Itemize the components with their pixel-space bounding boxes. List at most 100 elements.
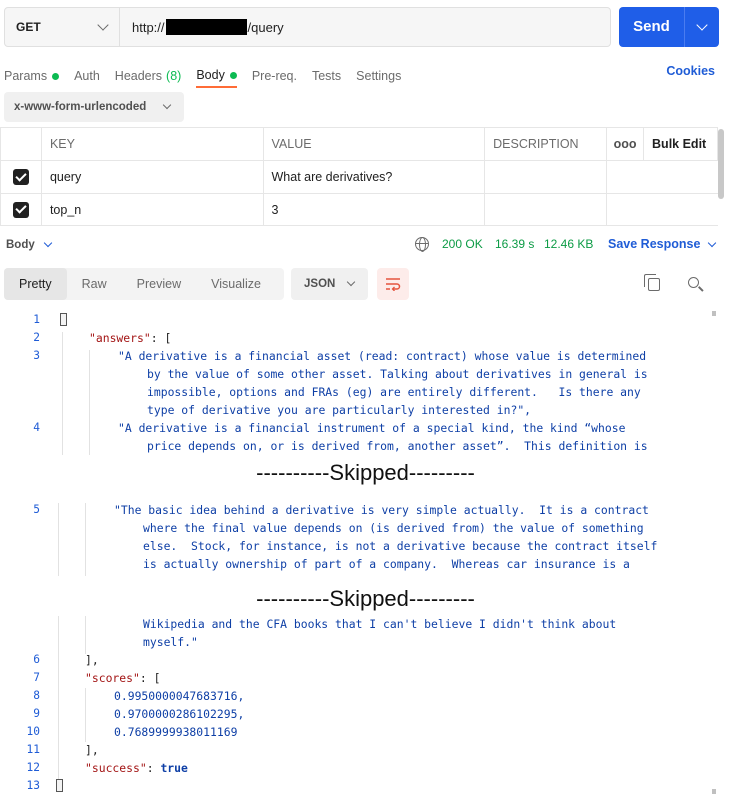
tab-pretty[interactable]: Pretty bbox=[4, 268, 67, 300]
indent-guide bbox=[58, 503, 59, 583]
method-select[interactable]: GET bbox=[5, 8, 120, 46]
status-dot-icon bbox=[52, 72, 60, 80]
chevron-down-icon bbox=[696, 19, 708, 31]
bracket-highlight bbox=[60, 313, 67, 326]
code-line: 0.7689999938011169 bbox=[114, 725, 238, 739]
code-line: "scores": [ bbox=[85, 671, 161, 685]
globe-icon[interactable] bbox=[415, 237, 429, 252]
url-bar: GET http:// /query bbox=[4, 7, 611, 47]
line-number: 9 bbox=[33, 707, 40, 720]
url-input[interactable]: http:// /query bbox=[120, 19, 284, 35]
row-spacer bbox=[606, 193, 718, 226]
indent-guide bbox=[89, 350, 90, 458]
description-cell[interactable] bbox=[484, 160, 608, 194]
code-line: where the final value depends on (is der… bbox=[143, 521, 644, 535]
code-line: else. Stock, for instance, is not a deri… bbox=[143, 539, 658, 553]
row-checkbox-cell bbox=[0, 193, 42, 226]
headers-count: (8) bbox=[166, 69, 182, 83]
url-prefix: http:// bbox=[132, 19, 165, 35]
checkbox-column-header bbox=[0, 127, 42, 161]
skipped-label: ----------Skipped--------- bbox=[256, 460, 475, 485]
more-options-button[interactable]: ooo bbox=[606, 127, 645, 161]
body-type-label: x-www-form-urlencoded bbox=[14, 101, 147, 113]
response-bar: Body 200 OK 16.39 s 12.46 KB Save Respon… bbox=[0, 230, 731, 260]
tab-label: Tests bbox=[311, 69, 342, 83]
chevron-down-icon bbox=[708, 238, 717, 247]
line-number: 11 bbox=[26, 743, 40, 756]
tab-headers[interactable]: Headers (8) bbox=[115, 58, 182, 88]
line-number: 12 bbox=[26, 761, 40, 774]
search-icon[interactable] bbox=[688, 277, 699, 288]
params-table: KEY VALUE DESCRIPTION ooo Bulk Edit quer… bbox=[0, 127, 718, 226]
json-key: "answers" bbox=[89, 331, 151, 345]
request-tabs: Params Auth Headers (8) Body Pre-req. Tes… bbox=[4, 58, 720, 88]
tab-prereq[interactable]: Pre-req. bbox=[252, 58, 297, 88]
params-scrollbar[interactable] bbox=[718, 129, 724, 199]
line-number: 10 bbox=[26, 725, 40, 738]
code-line: type of derivative you are particularly … bbox=[147, 403, 532, 417]
method-label: GET bbox=[16, 20, 41, 34]
code-line: "answers": [ bbox=[89, 331, 172, 345]
checkbox-checked[interactable] bbox=[12, 201, 29, 218]
tab-params[interactable]: Params bbox=[4, 58, 60, 88]
code-line bbox=[56, 779, 63, 793]
tab-raw[interactable]: Raw bbox=[67, 268, 122, 300]
tab-settings[interactable]: Settings bbox=[356, 58, 401, 88]
code-line: Wikipedia and the CFA books that I can't… bbox=[143, 617, 617, 631]
tab-preview[interactable]: Preview bbox=[122, 268, 196, 300]
indent-guide bbox=[62, 332, 63, 458]
response-time[interactable]: 16.39 s bbox=[495, 237, 534, 251]
send-dropdown[interactable] bbox=[685, 19, 719, 31]
response-size[interactable]: 12.46 KB bbox=[544, 237, 593, 251]
send-button[interactable]: Send bbox=[619, 7, 719, 47]
format-select[interactable]: JSON bbox=[291, 268, 368, 300]
status-code[interactable]: 200 OK bbox=[442, 237, 483, 251]
code-scrollbar-up[interactable] bbox=[712, 311, 716, 316]
tab-tests[interactable]: Tests bbox=[312, 58, 341, 88]
bulk-edit-button[interactable]: Bulk Edit bbox=[643, 127, 718, 161]
chevron-down-icon bbox=[43, 238, 52, 248]
code-line: by the value of some other asset. Talkin… bbox=[147, 367, 648, 381]
cookies-link[interactable]: Cookies bbox=[666, 64, 715, 78]
code-line: "A derivative is a financial asset (read… bbox=[118, 349, 647, 363]
value-cell[interactable]: 3 bbox=[262, 193, 486, 226]
save-response-label: Save Response bbox=[608, 237, 701, 251]
code-line: price depends on, or is derived from, an… bbox=[147, 439, 648, 453]
json-value: true bbox=[160, 761, 188, 775]
line-number: 2 bbox=[33, 331, 40, 344]
copy-icon[interactable] bbox=[644, 274, 660, 291]
viewer-tabs: Pretty Raw Preview Visualize bbox=[4, 268, 284, 300]
wrap-lines-button[interactable] bbox=[377, 268, 409, 300]
description-cell[interactable] bbox=[484, 193, 608, 226]
code-line: impossible, options and FRAs (eg) are en… bbox=[147, 385, 641, 399]
key-cell[interactable]: top_n bbox=[40, 193, 264, 226]
chevron-down-icon bbox=[97, 19, 109, 31]
code-scrollbar-down[interactable] bbox=[712, 789, 716, 794]
checkbox-checked[interactable] bbox=[12, 169, 29, 185]
wrap-lines-icon bbox=[386, 278, 401, 291]
tab-body[interactable]: Body bbox=[196, 58, 237, 88]
key-cell[interactable]: query bbox=[40, 160, 264, 194]
response-body-select[interactable]: Body bbox=[6, 238, 52, 251]
tab-label: Headers bbox=[114, 69, 163, 83]
code-line: is actually ownership of part of a compa… bbox=[143, 557, 630, 571]
tab-auth[interactable]: Auth bbox=[74, 58, 100, 88]
chevron-down-icon bbox=[346, 277, 356, 287]
tab-visualize[interactable]: Visualize bbox=[196, 268, 276, 300]
send-label: Send bbox=[619, 7, 685, 47]
table-header-row: KEY VALUE DESCRIPTION ooo Bulk Edit bbox=[0, 127, 718, 161]
table-row: query What are derivatives? bbox=[0, 160, 718, 194]
code-line: 0.9700000286102295, bbox=[114, 707, 245, 721]
indent-guide bbox=[85, 688, 86, 742]
redacted-host bbox=[165, 19, 247, 35]
indent-guide bbox=[58, 616, 59, 786]
status-dot-icon bbox=[229, 71, 237, 79]
code-line: "The basic idea behind a derivative is v… bbox=[114, 503, 649, 517]
code-line bbox=[60, 313, 67, 327]
code-line: ], bbox=[85, 653, 99, 667]
body-type-select[interactable]: x-www-form-urlencoded bbox=[4, 92, 184, 122]
value-cell[interactable]: What are derivatives? bbox=[262, 160, 486, 194]
save-response-button[interactable]: Save Response bbox=[608, 237, 717, 251]
skipped-label: ----------Skipped--------- bbox=[256, 586, 475, 611]
bracket-highlight bbox=[56, 779, 63, 792]
